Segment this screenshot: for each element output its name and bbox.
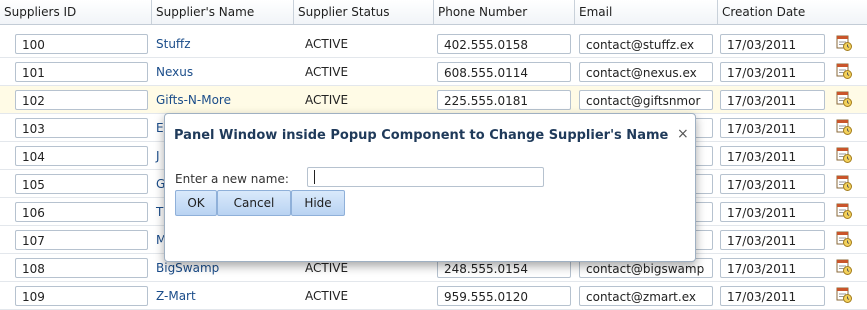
popup-title: Panel Window inside Popup Component to C… <box>174 128 669 143</box>
supplier-status-text: ACTIVE <box>305 37 349 51</box>
creation-date-field[interactable]: 17/03/2011 <box>720 34 825 54</box>
phone-number-field[interactable]: 959.555.0120 <box>437 286 571 306</box>
header-email[interactable]: Email <box>575 0 718 24</box>
table-row[interactable]: 102 Gifts-N-More ACTIVE 225.555.0181 contact… <box>0 86 867 114</box>
new-name-input[interactable] <box>307 167 544 187</box>
supplier-id-field[interactable]: 107 <box>15 230 148 250</box>
email-field[interactable]: contact@giftsnmor <box>579 90 713 110</box>
supplier-status-text: ACTIVE <box>305 289 349 303</box>
supplier-id-field[interactable]: 101 <box>15 62 148 82</box>
creation-date-field[interactable]: 17/03/2011 <box>720 230 825 250</box>
table-row[interactable]: 100 Stuffz ACTIVE 402.555.0158 contact@stuff… <box>0 30 867 58</box>
supplier-status-text: ACTIVE <box>305 93 349 107</box>
supplier-name-link[interactable]: Nexus <box>152 62 296 82</box>
calendar-icon[interactable] <box>835 202 853 220</box>
table-row[interactable]: 101 Nexus ACTIVE 608.555.0114 contact@nexus.… <box>0 58 867 86</box>
header-phone-number[interactable]: Phone Number <box>434 0 575 24</box>
phone-number-field[interactable]: 225.555.0181 <box>437 90 571 110</box>
calendar-icon[interactable] <box>835 230 853 248</box>
header-creation-date[interactable]: Creation Date <box>718 0 867 24</box>
supplier-name-link[interactable]: Stuffz <box>152 34 296 54</box>
hide-button[interactable]: Hide <box>291 190 345 216</box>
creation-date-field[interactable]: 17/03/2011 <box>720 258 825 278</box>
text-caret <box>314 170 315 184</box>
calendar-icon[interactable] <box>835 118 853 136</box>
cancel-button[interactable]: Cancel <box>217 190 291 216</box>
calendar-icon[interactable] <box>835 286 853 304</box>
supplier-id-field[interactable]: 102 <box>15 90 148 110</box>
email-field[interactable]: contact@zmart.ex <box>579 286 713 306</box>
calendar-icon[interactable] <box>835 258 853 276</box>
email-field[interactable]: contact@nexus.ex <box>579 62 713 82</box>
supplier-id-field[interactable]: 106 <box>15 202 148 222</box>
calendar-icon[interactable] <box>835 174 853 192</box>
header-supplier-status[interactable]: Supplier Status <box>294 0 434 24</box>
supplier-name-link[interactable]: Gifts-N-More <box>152 90 296 110</box>
table-header: Suppliers ID Supplier's Name Supplier St… <box>0 0 867 25</box>
supplier-id-field[interactable]: 109 <box>15 286 148 306</box>
new-name-label: Enter a new name: <box>175 172 289 186</box>
ok-button[interactable]: OK <box>175 190 217 216</box>
creation-date-field[interactable]: 17/03/2011 <box>720 286 825 306</box>
supplier-id-field[interactable]: 108 <box>15 258 148 278</box>
change-name-popup: Panel Window inside Popup Component to C… <box>164 113 696 262</box>
calendar-icon[interactable] <box>835 62 853 80</box>
creation-date-field[interactable]: 17/03/2011 <box>720 174 825 194</box>
creation-date-field[interactable]: 17/03/2011 <box>720 62 825 82</box>
creation-date-field[interactable]: 17/03/2011 <box>720 146 825 166</box>
creation-date-field[interactable]: 17/03/2011 <box>720 90 825 110</box>
close-icon[interactable]: × <box>677 126 689 142</box>
supplier-status-text: ACTIVE <box>305 65 349 79</box>
supplier-id-field[interactable]: 105 <box>15 174 148 194</box>
calendar-icon[interactable] <box>835 146 853 164</box>
creation-date-field[interactable]: 17/03/2011 <box>720 202 825 222</box>
header-suppliers-id[interactable]: Suppliers ID <box>0 0 152 24</box>
creation-date-field[interactable]: 17/03/2011 <box>720 118 825 138</box>
supplier-id-field[interactable]: 103 <box>15 118 148 138</box>
calendar-icon[interactable] <box>835 90 853 108</box>
supplier-id-field[interactable]: 100 <box>15 34 148 54</box>
email-field[interactable]: contact@stuffz.ex <box>579 34 713 54</box>
supplier-id-field[interactable]: 104 <box>15 146 148 166</box>
calendar-icon[interactable] <box>835 34 853 52</box>
phone-number-field[interactable]: 608.555.0114 <box>437 62 571 82</box>
header-supplier-name[interactable]: Supplier's Name <box>152 0 294 24</box>
phone-number-field[interactable]: 402.555.0158 <box>437 34 571 54</box>
supplier-name-link[interactable]: Z-Mart <box>152 286 296 306</box>
